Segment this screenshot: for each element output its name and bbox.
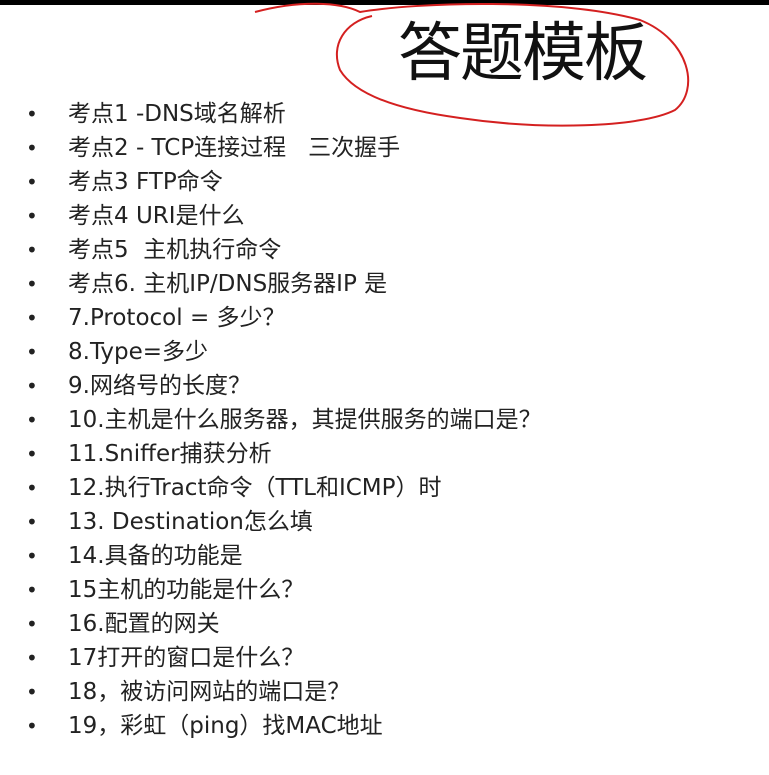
list-item: • 15主机的功能是什么？ (0, 573, 542, 607)
list-item: • 9.网络号的长度？ (0, 369, 542, 403)
list-item-text: 考点6. 主机IP/DNS服务器IP 是 (68, 271, 388, 297)
list-item: • 考点3 FTP命令 (0, 165, 542, 199)
bullet-icon: • (26, 102, 38, 126)
bullet-icon: • (26, 170, 38, 194)
list-item-text: 10.主机是什么服务器，其提供服务的端口是？ (68, 407, 542, 433)
list-item-text: 考点2 - TCP连接过程 三次握手 (68, 135, 401, 161)
list-item: • 16.配置的网关 (0, 607, 542, 641)
bullet-icon: • (26, 544, 38, 568)
list-item-text: 12.执行Tract命令（TTL和ICMP）时 (68, 475, 442, 501)
bullet-icon: • (26, 306, 38, 330)
list-item-text: 14.具备的功能是 (68, 543, 243, 569)
list-item: • 18，被访问网站的端口是？ (0, 675, 542, 709)
bullet-icon: • (26, 510, 38, 534)
list-item-text: 16.配置的网关 (68, 611, 220, 637)
bullet-icon: • (26, 408, 38, 432)
bullet-icon: • (26, 442, 38, 466)
list-item-text: 考点1 -DNS域名解析 (68, 101, 286, 127)
list-item-text: 13. Destination怎么填 (68, 509, 313, 535)
topic-list: • 考点1 -DNS域名解析 • 考点2 - TCP连接过程 三次握手 • 考点3 FTP… (0, 97, 542, 743)
bullet-icon: • (26, 612, 38, 636)
slide-title: 答题模板 (398, 17, 648, 91)
list-item: • 考点6. 主机IP/DNS服务器IP 是 (0, 267, 542, 301)
list-item-text: 考点5 主机执行命令 (68, 237, 282, 263)
list-item: • 考点4 URI是什么 (0, 199, 542, 233)
list-item: • 19，彩虹（ping）找MAC地址 (0, 709, 542, 743)
list-item-text: 18，被访问网站的端口是？ (68, 679, 351, 705)
list-item-text: 9.网络号的长度？ (68, 373, 251, 399)
list-item-text: 19，彩虹（ping）找MAC地址 (68, 713, 383, 739)
bullet-icon: • (26, 680, 38, 704)
list-item-text: 考点3 FTP命令 (68, 169, 223, 195)
bullet-icon: • (26, 714, 38, 738)
list-item-text: 8.Type=多少 (68, 339, 209, 365)
list-item-text: 11.Sniffer捕获分析 (68, 441, 272, 467)
list-item: • 12.执行Tract命令（TTL和ICMP）时 (0, 471, 542, 505)
list-item: • 17打开的窗口是什么？ (0, 641, 542, 675)
list-item: • 10.主机是什么服务器，其提供服务的端口是？ (0, 403, 542, 437)
list-item: • 考点2 - TCP连接过程 三次握手 (0, 131, 542, 165)
list-item-text: 15主机的功能是什么？ (68, 577, 305, 603)
bullet-icon: • (26, 476, 38, 500)
list-item: • 14.具备的功能是 (0, 539, 542, 573)
list-item: • 考点1 -DNS域名解析 (0, 97, 542, 131)
list-item: • 13. Destination怎么填 (0, 505, 542, 539)
bullet-icon: • (26, 340, 38, 364)
bullet-icon: • (26, 238, 38, 262)
list-item: • 11.Sniffer捕获分析 (0, 437, 542, 471)
bullet-icon: • (26, 646, 38, 670)
list-item-text: 17打开的窗口是什么？ (68, 645, 305, 671)
list-item-text: 考点4 URI是什么 (68, 203, 245, 229)
list-item-text: 7.Protocol = 多少？ (68, 305, 286, 331)
bullet-icon: • (26, 374, 38, 398)
bullet-icon: • (26, 272, 38, 296)
list-item: • 7.Protocol = 多少？ (0, 301, 542, 335)
bullet-icon: • (26, 136, 38, 160)
bullet-icon: • (26, 578, 38, 602)
bullet-icon: • (26, 204, 38, 228)
list-item: • 8.Type=多少 (0, 335, 542, 369)
list-item: • 考点5 主机执行命令 (0, 233, 542, 267)
